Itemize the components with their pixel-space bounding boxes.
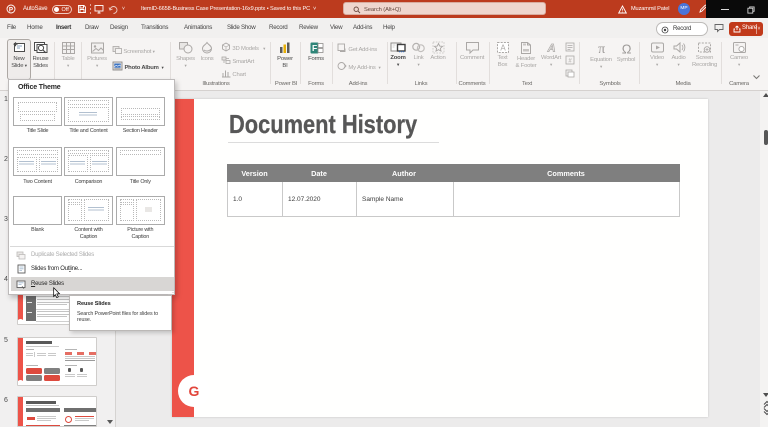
svg-text:Ω: Ω (621, 42, 631, 57)
svg-text:π: π (598, 42, 605, 56)
svg-text:A: A (500, 44, 506, 53)
svg-text:F: F (312, 43, 317, 53)
svg-text:A: A (546, 43, 555, 55)
svg-text:P: P (9, 6, 13, 13)
